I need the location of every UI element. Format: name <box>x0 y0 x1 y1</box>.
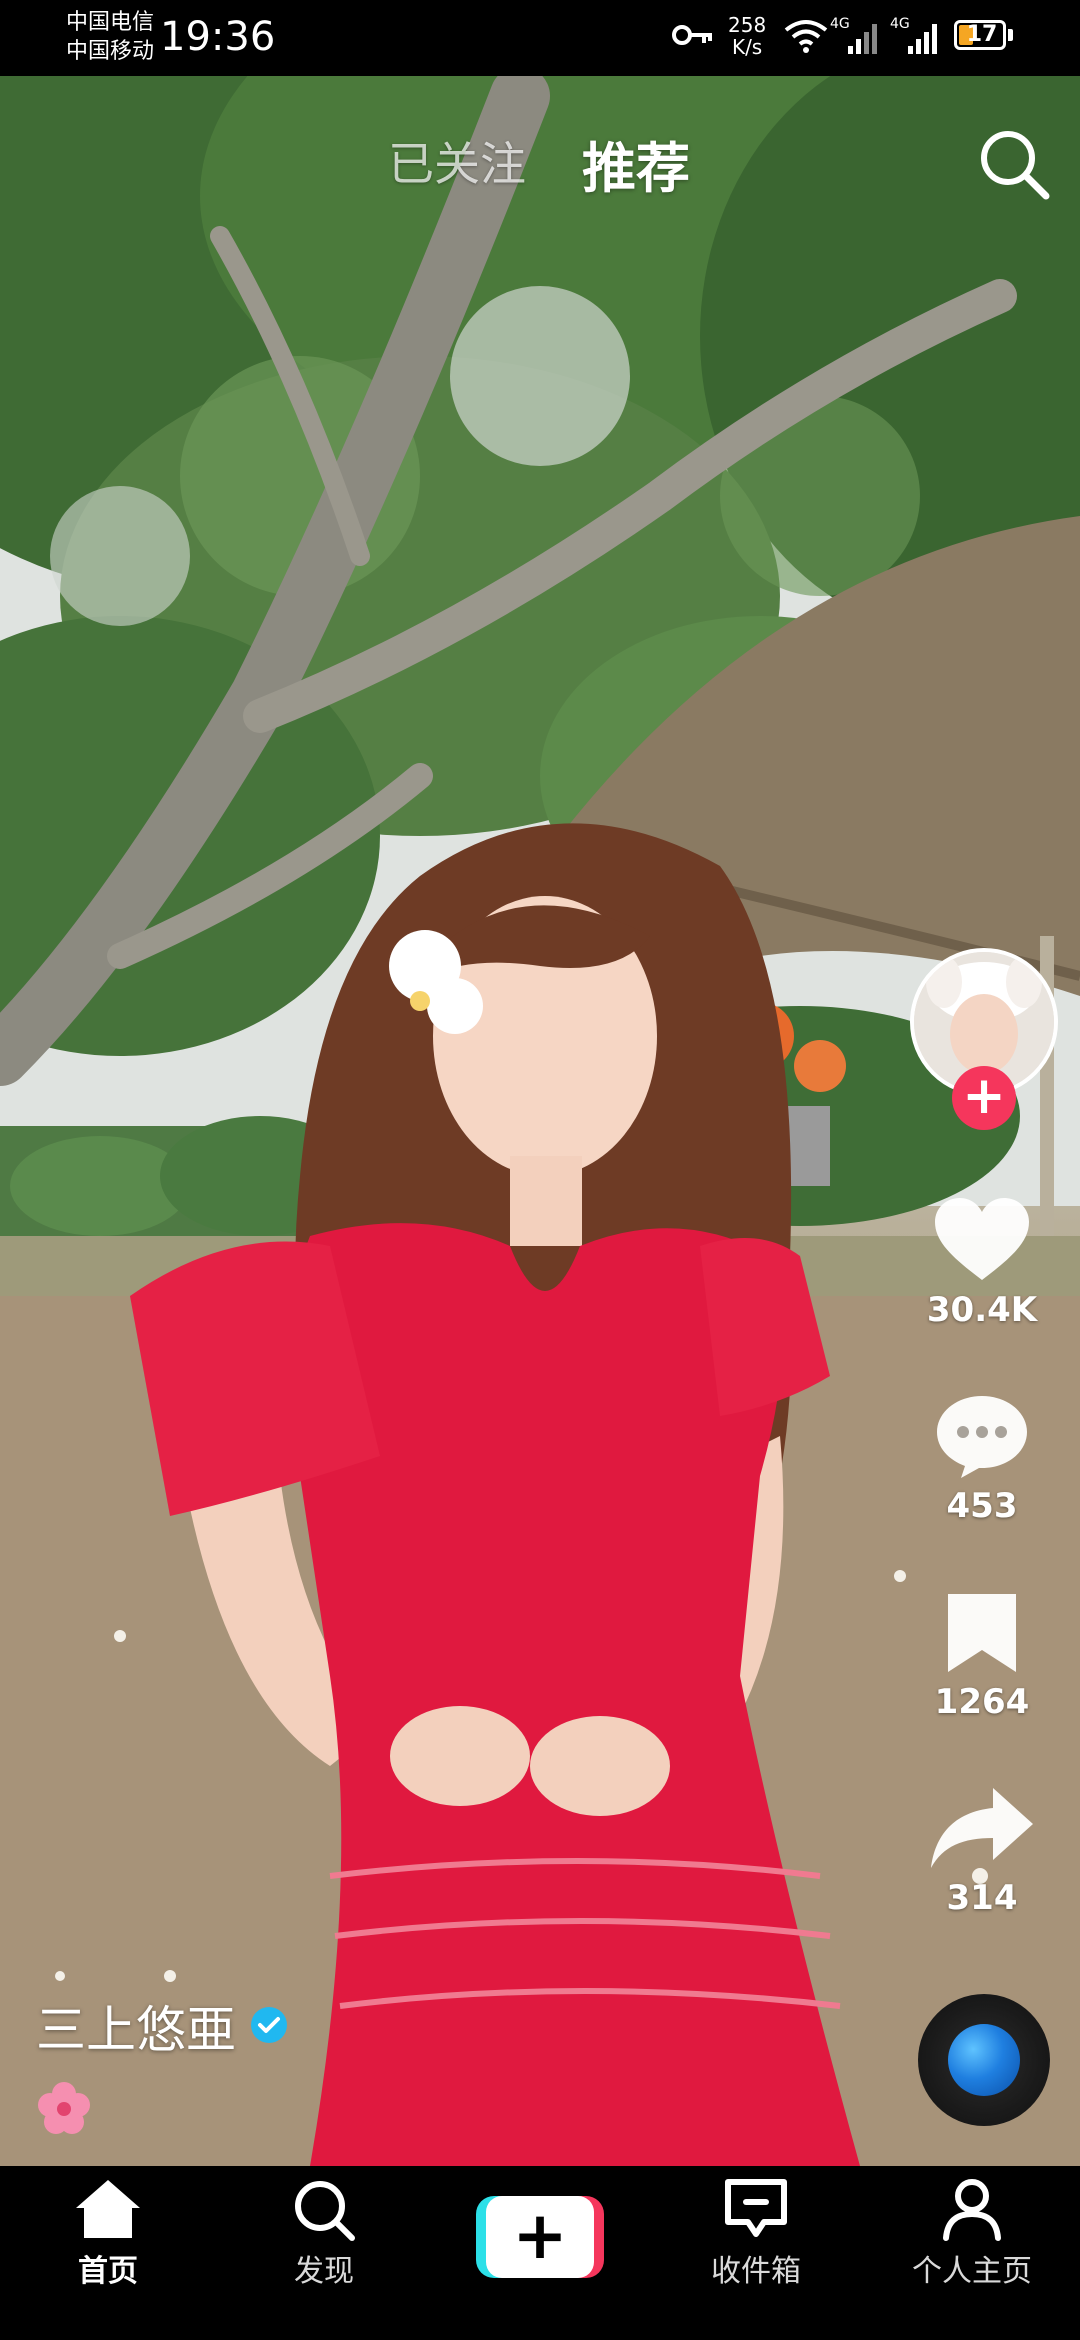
carrier-name-2: 中国移动 <box>66 39 155 64</box>
battery-level: 17 <box>966 22 998 47</box>
net-speed-value: 258 <box>728 13 767 37</box>
comment-icon <box>937 1396 1027 1478</box>
music-disc-icon <box>948 2024 1020 2096</box>
tab-recommended[interactable]: 推荐 <box>582 124 690 203</box>
signal-group-1: 4G <box>830 16 884 56</box>
status-bar: 中国电信 中国移动 19:36 258 K/s 4G 4G 17 <box>0 0 1080 76</box>
signal-type-label-2: 4G <box>890 16 910 32</box>
profile-icon <box>943 2179 1001 2241</box>
screen: 中国电信 中国移动 19:36 258 K/s 4G 4G 17 已关注 推荐 … <box>0 0 1080 2340</box>
music-disc-button[interactable] <box>918 1994 1050 2126</box>
battery-icon: 17 <box>954 20 1016 52</box>
verified-badge-icon <box>251 2007 287 2043</box>
share-button[interactable]: 314 <box>902 1784 1062 1918</box>
signal-group-2: 4G <box>890 16 944 56</box>
nav-inbox[interactable]: 收件箱 <box>666 2176 846 2290</box>
bookmark-icon <box>948 1594 1016 1672</box>
carrier-stack: 中国电信 中国移动 <box>66 8 154 66</box>
signal-bars-icon-2 <box>908 24 937 54</box>
top-tabs: 已关注 推荐 <box>0 76 1080 246</box>
plus-icon: + <box>486 2196 594 2278</box>
signal-type-label-1: 4G <box>830 16 850 32</box>
share-arrow-icon <box>931 1788 1033 1868</box>
status-time: 19:36 <box>160 14 276 60</box>
inbox-icon <box>725 2179 787 2237</box>
signal-bars-icon-1 <box>848 24 877 54</box>
create-button[interactable]: + <box>476 2196 604 2278</box>
home-icon <box>76 2180 140 2238</box>
like-button[interactable]: 30.4K <box>902 1196 1062 1330</box>
carrier-name-1: 中国电信 <box>66 10 155 35</box>
comment-count: 453 <box>946 1486 1018 1526</box>
nav-discover[interactable]: 发现 <box>234 2176 414 2290</box>
comment-button[interactable]: 453 <box>902 1392 1062 1526</box>
wifi-icon <box>784 20 828 53</box>
net-speed: 258 K/s <box>728 14 766 58</box>
author-avatar-button[interactable]: + <box>910 948 1058 1130</box>
search-icon[interactable] <box>976 126 1052 202</box>
cherry-blossom-emoji-icon <box>38 2082 90 2134</box>
favorite-count: 1264 <box>934 1682 1030 1722</box>
bottom-nav: 首页 发现 + 收件箱 个人主页 <box>0 2166 1080 2340</box>
nav-discover-label: 发现 <box>294 2254 354 2289</box>
key-icon <box>672 25 712 45</box>
nav-home-label: 首页 <box>78 2254 138 2289</box>
share-count: 314 <box>946 1878 1018 1918</box>
author-name[interactable]: 三上悠亜 <box>36 1990 236 2062</box>
follow-plus-button[interactable]: + <box>952 1066 1016 1130</box>
net-speed-unit: K/s <box>731 35 763 59</box>
nav-profile[interactable]: 个人主页 <box>882 2176 1062 2290</box>
like-count: 30.4K <box>926 1290 1038 1330</box>
favorite-button[interactable]: 1264 <box>902 1590 1062 1722</box>
nav-profile-label: 个人主页 <box>912 2254 1032 2289</box>
tab-following[interactable]: 已关注 <box>388 128 526 194</box>
search-icon <box>295 2181 355 2241</box>
battery-tip <box>1008 29 1013 41</box>
heart-icon <box>935 1198 1029 1280</box>
nav-inbox-label: 收件箱 <box>711 2254 801 2289</box>
nav-home[interactable]: 首页 <box>18 2176 198 2290</box>
